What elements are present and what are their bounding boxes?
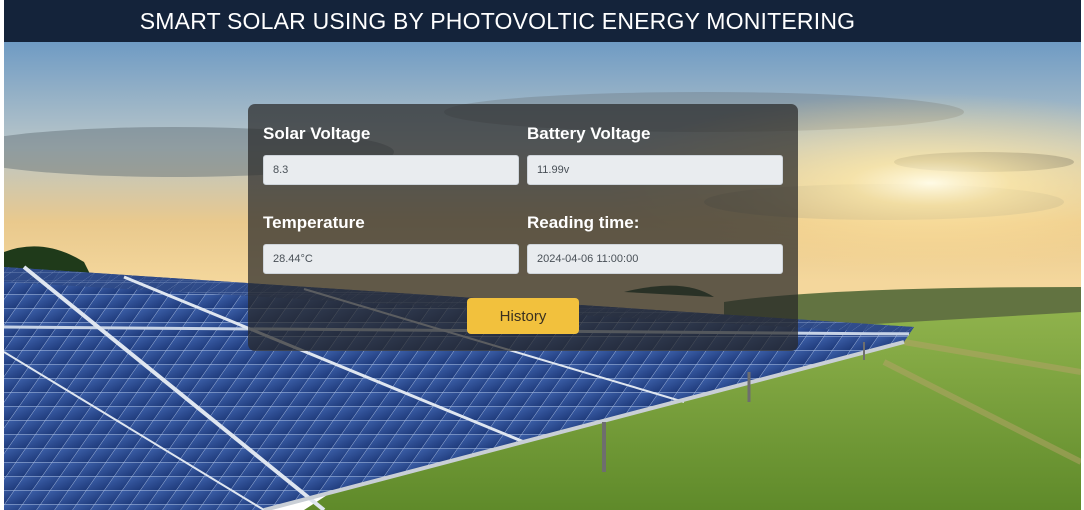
temperature-field: Temperature 28.44°C: [263, 212, 519, 274]
battery-voltage-label: Battery Voltage: [527, 124, 651, 143]
reading-time-label: Reading time:: [527, 213, 640, 232]
page-header: SMART SOLAR USING BY PHOTOVOLTIC ENERGY …: [4, 0, 1081, 42]
solar-voltage-input[interactable]: 8.3: [263, 155, 519, 185]
reading-time-input[interactable]: 2024-04-06 11:00:00: [527, 244, 783, 274]
solar-voltage-field: Solar Voltage 8.3: [263, 123, 519, 185]
battery-voltage-field: Battery Voltage 11.99v: [527, 123, 783, 185]
page-title: SMART SOLAR USING BY PHOTOVOLTIC ENERGY …: [139, 7, 856, 34]
solar-voltage-label: Solar Voltage: [263, 124, 371, 143]
temperature-input[interactable]: 28.44°C: [263, 244, 519, 274]
battery-voltage-input[interactable]: 11.99v: [527, 155, 783, 185]
reading-time-field: Reading time: 2024-04-06 11:00:00: [527, 212, 783, 274]
history-button[interactable]: History: [467, 298, 579, 334]
readings-panel: Solar Voltage 8.3 Battery Voltage 11.99v…: [248, 104, 798, 351]
temperature-label: Temperature: [263, 213, 365, 232]
app-frame: SMART SOLAR USING BY PHOTOVOLTIC ENERGY …: [4, 0, 1081, 510]
